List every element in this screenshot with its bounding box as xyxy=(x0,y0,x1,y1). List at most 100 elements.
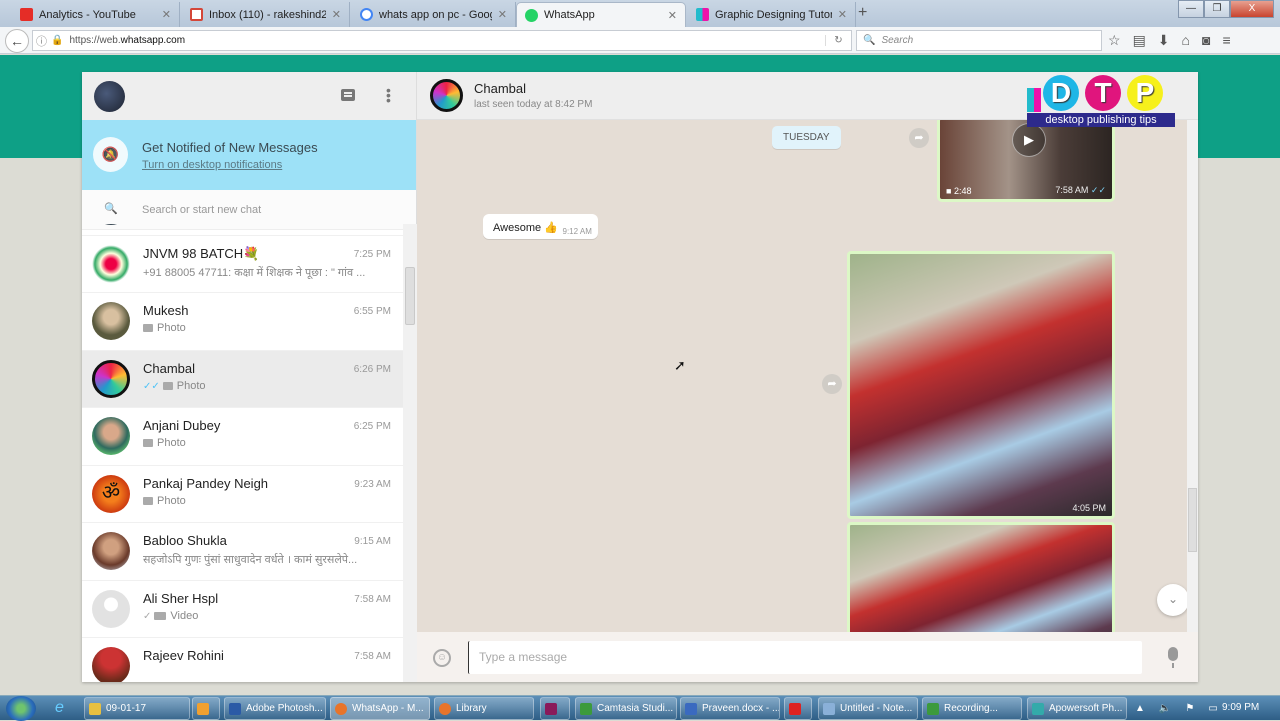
chat-list: Photo JNVM 98 BATCH💐 7:25 PM +91 88005 4… xyxy=(82,224,403,682)
home-icon[interactable]: ⌂ xyxy=(1182,32,1190,49)
search-placeholder: Search xyxy=(881,35,914,46)
hamburger-menu-icon[interactable]: ≡ xyxy=(1222,32,1230,49)
bookmarks-library-icon[interactable]: ▤ xyxy=(1133,32,1146,49)
close-tab-icon[interactable]: ✕ xyxy=(498,8,507,21)
chat-list-item[interactable]: Babloo Shukla 9:15 AM सहजोऽपि गुणः पुंसा… xyxy=(82,523,403,581)
play-icon[interactable]: ▶ xyxy=(1012,123,1046,157)
browser-search-box[interactable]: 🔍 Search xyxy=(856,30,1102,51)
tab-title: Graphic Designing Tutorial... xyxy=(715,8,832,21)
message-scrollbar[interactable] xyxy=(1187,120,1198,632)
tab-whatsapp[interactable]: WhatsApp ✕ xyxy=(516,2,686,27)
more-options-icon[interactable]: • • • xyxy=(386,83,391,107)
chat-list-item[interactable]: Rajeev Rohini 7:58 AM xyxy=(82,638,403,682)
taskbar-item[interactable]: Apowersoft Ph... xyxy=(1027,697,1127,720)
chat-list-item[interactable]: ॐ Pankaj Pandey Neigh 9:23 AM Photo xyxy=(82,466,403,523)
watermark-letter: D xyxy=(1043,75,1079,111)
firefox-icon xyxy=(439,702,451,715)
chat-search-input[interactable]: Search or start new chat xyxy=(142,204,261,216)
emoji-icon[interactable]: ☺ xyxy=(433,649,451,667)
message-time: 9:15 AM xyxy=(354,536,391,547)
scroll-down-button[interactable]: ⌄ xyxy=(1157,584,1189,616)
url-prefix: https://web. xyxy=(69,35,121,46)
video-message[interactable]: ▶ ■ 2:48 7:58 AM ✓✓ xyxy=(937,120,1115,202)
forward-icon[interactable]: ➦ xyxy=(909,128,929,148)
show-hidden-icons[interactable]: ▲ xyxy=(1135,703,1145,714)
close-tab-icon[interactable]: ✕ xyxy=(838,8,847,21)
taskbar-label: Camtasia Studi... xyxy=(597,703,674,714)
taskbar-item[interactable]: Recording... xyxy=(922,697,1022,720)
chat-list-item-selected[interactable]: Chambal 6:26 PM ✓✓ Photo xyxy=(82,350,403,408)
taskbar-item[interactable]: Praveen.docx - ... xyxy=(680,697,780,720)
camera-icon xyxy=(143,496,153,505)
new-tab-button[interactable]: + xyxy=(858,4,867,22)
taskbar-item[interactable] xyxy=(192,697,220,720)
chat-list-item[interactable]: Anjani Dubey 6:25 PM Photo xyxy=(82,408,403,466)
photo-message[interactable]: 4:05 PM xyxy=(847,251,1115,519)
scrollbar-thumb[interactable] xyxy=(1188,488,1197,552)
system-clock[interactable]: 9:09 PM xyxy=(1222,702,1259,713)
back-button[interactable]: ← xyxy=(5,29,29,53)
my-profile-avatar[interactable] xyxy=(94,81,125,112)
incoming-message[interactable]: Awesome 👍 9:12 AM xyxy=(483,214,598,239)
message-input[interactable]: Type a message xyxy=(468,641,1142,674)
contact-avatar[interactable] xyxy=(430,79,463,112)
start-button[interactable] xyxy=(6,696,36,721)
volume-icon[interactable]: 🔈 xyxy=(1159,703,1171,714)
tab-youtube-analytics[interactable]: Analytics - YouTube ✕ xyxy=(12,2,180,27)
tab-google-search[interactable]: whats app on pc - Google ... ✕ xyxy=(352,2,516,27)
url-domain: whatsapp.com xyxy=(120,35,186,46)
default-avatar-icon xyxy=(92,589,130,628)
chat-list-item[interactable]: Ali Sher Hspl 7:58 AM ✓ Video xyxy=(82,581,403,638)
enable-notifications-link[interactable]: Turn on desktop notifications xyxy=(142,159,282,171)
maximize-button[interactable]: ❐ xyxy=(1204,0,1230,18)
watermark-tagline: desktop publishing tips xyxy=(1027,113,1175,127)
close-tab-icon[interactable]: ✕ xyxy=(668,9,677,22)
close-tab-icon[interactable]: ✕ xyxy=(162,8,171,21)
message-time: 7:58 AM xyxy=(354,593,391,605)
acrobat-icon xyxy=(789,702,801,715)
chat-list-item[interactable]: JNVM 98 BATCH💐 7:25 PM +91 88005 47711: … xyxy=(82,236,403,293)
taskbar-item[interactable]: Library xyxy=(434,697,534,720)
contact-avatar xyxy=(92,647,130,682)
contact-name: Ali Sher Hspl xyxy=(143,590,219,606)
taskbar-item[interactable] xyxy=(784,697,812,720)
address-bar[interactable]: ⓘ 🔒 https://web.whatsapp.com ↻ xyxy=(32,30,852,51)
taskbar-item-active[interactable]: WhatsApp - M... xyxy=(330,697,430,720)
chat-list-scrollbar[interactable] xyxy=(403,224,417,682)
photo-message[interactable] xyxy=(847,522,1115,632)
download-icon[interactable]: ⬇ xyxy=(1158,32,1170,49)
close-tab-icon[interactable]: ✕ xyxy=(332,8,341,21)
minimize-button[interactable]: — xyxy=(1178,0,1204,18)
bookmark-star-icon[interactable]: ☆ xyxy=(1108,32,1121,49)
forward-icon[interactable]: ➦ xyxy=(822,374,842,394)
taskbar-item[interactable]: 09-01-17 xyxy=(84,697,190,720)
taskbar-item[interactable] xyxy=(540,697,570,720)
url-text[interactable]: https://web.whatsapp.com xyxy=(69,35,825,46)
navigation-bar: ← ⓘ 🔒 https://web.whatsapp.com ↻ 🔍 Searc… xyxy=(0,27,1280,54)
tab-gmail-inbox[interactable]: Inbox (110) - rakeshind202... ✕ xyxy=(182,2,350,27)
taskbar-item[interactable]: Camtasia Studi... xyxy=(575,697,677,720)
new-chat-icon[interactable] xyxy=(341,89,355,101)
info-icon[interactable]: ⓘ xyxy=(36,33,47,49)
chat-list-item[interactable]: Mukesh 6:55 PM Photo xyxy=(82,293,403,351)
taskbar-item[interactable]: Adobe Photosh... xyxy=(224,697,326,720)
reload-icon[interactable]: ↻ xyxy=(825,35,851,46)
google-icon xyxy=(360,8,373,21)
taskbar-item[interactable]: Untitled - Note... xyxy=(818,697,918,720)
action-center-flag-icon[interactable]: ⚑ xyxy=(1185,703,1194,714)
notification-banner[interactable]: 🔕 Get Notified of New Messages Turn on d… xyxy=(82,120,416,190)
last-message: Photo xyxy=(143,495,388,507)
network-icon[interactable]: ▭ xyxy=(1208,703,1217,714)
photo-time: 4:05 PM xyxy=(1072,503,1106,513)
tab-graphic-designing[interactable]: Graphic Designing Tutorial... ✕ xyxy=(688,2,856,27)
taskbar-label: Praveen.docx - ... xyxy=(702,703,780,714)
close-window-button[interactable]: X xyxy=(1230,0,1274,18)
pocket-icon[interactable]: ◙ xyxy=(1202,32,1210,49)
scrollbar-thumb[interactable] xyxy=(405,267,415,325)
tab-title: WhatsApp xyxy=(544,9,595,21)
taskbar-label: Untitled - Note... xyxy=(840,703,913,714)
internet-explorer-icon[interactable]: e xyxy=(55,699,64,717)
message-time: 6:55 PM xyxy=(353,306,391,317)
microphone-icon[interactable] xyxy=(1168,647,1178,668)
chat-list-item[interactable]: Photo xyxy=(82,224,403,236)
